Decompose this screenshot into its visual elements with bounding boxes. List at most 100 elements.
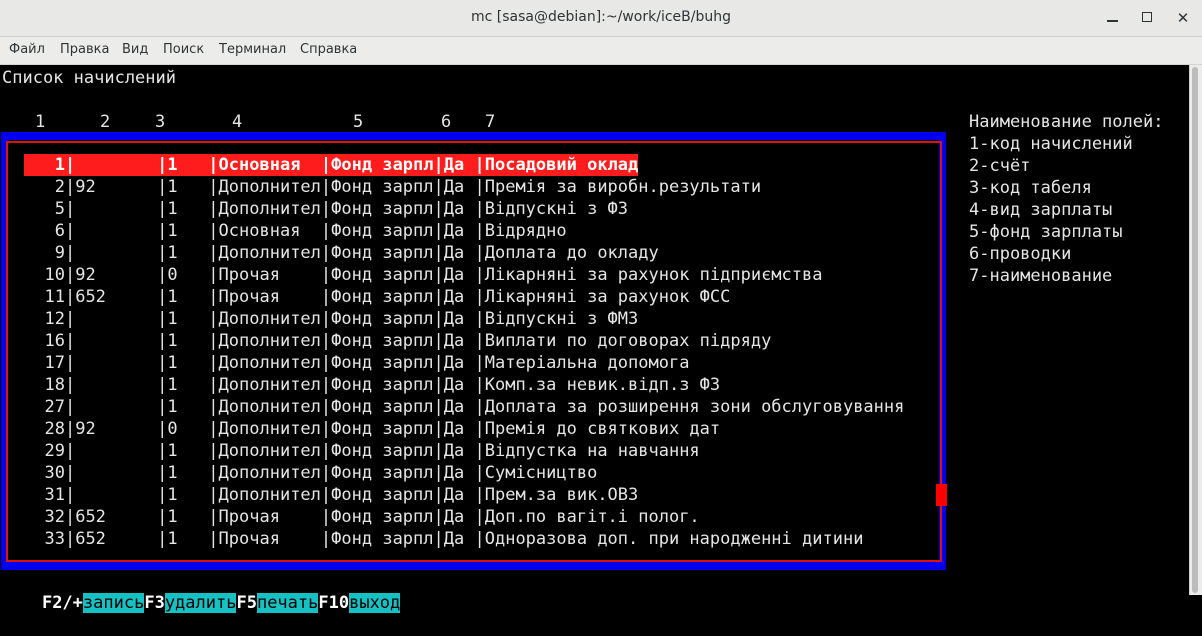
column-separator: |: [320, 199, 332, 219]
fields-legend-item: 3-код табеля: [969, 178, 1092, 198]
row-name: Відпускні з ФЗ: [484, 199, 629, 219]
table-row[interactable]: 28|92 |0 |Дополнител|Фонд зарпл|Да |Прем…: [24, 418, 904, 440]
row-name: Виплати по договорах підряду: [484, 331, 772, 351]
row-kind: Дополнител: [218, 463, 321, 483]
table-row[interactable]: 27| |1 |Дополнител|Фонд зарпл|Да |Доплат…: [24, 396, 904, 418]
key-f3[interactable]: F3: [144, 593, 165, 613]
terminal-scrollbar-thumb[interactable]: [1192, 67, 1198, 593]
row-name: Прем.за вик.ОВЗ: [484, 485, 639, 505]
row-kind: Основная: [218, 221, 321, 241]
table-row[interactable]: 16| |1 |Дополнител|Фонд зарпл|Да |Виплат…: [24, 330, 904, 352]
row-post: Да: [443, 375, 475, 395]
close-icon[interactable]: ✕: [1173, 8, 1193, 28]
table-row[interactable]: 32|652 |1 |Прочая |Фонд зарпл|Да |Доп.по…: [24, 506, 904, 528]
column-separator: |: [474, 529, 485, 549]
table-row[interactable]: 9| |1 |Дополнител|Фонд зарпл|Да |Доплата…: [24, 242, 904, 264]
column-separator: |: [157, 309, 168, 329]
row-code: 31: [24, 485, 65, 505]
column-separator: |: [320, 331, 332, 351]
row-post: Да: [443, 221, 475, 241]
row-account: 652: [75, 507, 158, 527]
terminal-screen[interactable]: Список начислений 1 2 3 4 5 6 7 Наименов…: [0, 65, 1189, 613]
row-fund: Фонд зарпл: [331, 265, 434, 285]
row-account: [75, 463, 157, 483]
table-row[interactable]: 30| |1 |Дополнител|Фонд зарпл|Да |Сумісн…: [24, 462, 904, 484]
row-account: [75, 441, 157, 461]
row-name: Матеріальна допомога: [484, 353, 690, 373]
table-row[interactable]: 18| |1 |Дополнител|Фонд зарпл|Да |Комп.з…: [24, 374, 904, 396]
key-f5-label[interactable]: печать: [256, 593, 319, 613]
fields-legend-item: 2-счёт: [969, 156, 1031, 176]
table-row[interactable]: 10|92 |0 |Прочая |Фонд зарпл|Да |Лікарня…: [24, 264, 904, 286]
menu-view[interactable]: Вид: [122, 42, 148, 57]
column-separator: |: [157, 199, 168, 219]
menu-edit[interactable]: Правка: [60, 42, 109, 57]
column-separator: |: [433, 331, 444, 351]
row-tab: 1: [167, 221, 209, 241]
column-separator: |: [433, 199, 444, 219]
key-f10-label[interactable]: выход: [349, 593, 401, 613]
column-separator: |: [320, 221, 332, 241]
column-separator: |: [64, 375, 76, 395]
row-code: 17: [24, 353, 65, 373]
column-separator: |: [320, 265, 332, 285]
table-row[interactable]: 33|652 |1 |Прочая |Фонд зарпл|Да |Однора…: [24, 528, 904, 550]
table-row[interactable]: 11|652 |1 |Прочая |Фонд зарпл|Да |Лікарн…: [24, 286, 904, 308]
column-number-4: 4: [232, 112, 243, 132]
table-row[interactable]: 2|92 |1 |Дополнител|Фонд зарпл|Да |Премі…: [24, 176, 904, 198]
column-separator: |: [474, 419, 485, 439]
row-kind: Дополнител: [218, 331, 321, 351]
key-f5[interactable]: F5: [236, 593, 257, 613]
column-separator: |: [474, 265, 485, 285]
column-separator: |: [320, 463, 332, 483]
table-row[interactable]: 1| |1 |Основная |Фонд зарпл|Да |Посадови…: [24, 154, 639, 176]
table-row[interactable]: 31| |1 |Дополнител|Фонд зарпл|Да |Прем.з…: [24, 484, 904, 506]
menu-search[interactable]: Поиск: [163, 42, 204, 57]
row-tab: 0: [167, 265, 209, 285]
menu-help[interactable]: Справка: [300, 42, 357, 57]
column-separator: |: [208, 397, 219, 417]
column-separator: |: [433, 419, 444, 439]
table-row[interactable]: 12| |1 |Дополнител|Фонд зарпл|Да |Відпус…: [24, 308, 904, 330]
row-name: Лікарняні за рахунок ФСС: [484, 287, 731, 307]
menu-file[interactable]: Файл: [9, 42, 45, 57]
terminal-scrollbar[interactable]: [1189, 65, 1202, 595]
row-fund: Фонд зарпл: [331, 529, 434, 549]
column-separator: |: [320, 397, 332, 417]
row-kind: Дополнител: [218, 243, 321, 263]
row-kind: Дополнител: [218, 441, 321, 461]
column-separator: |: [474, 507, 485, 527]
function-key-bar: F2/+записьF3удалитьF5печатьF10выход: [1, 570, 401, 613]
table-row[interactable]: 6| |1 |Основная |Фонд зарпл|Да |Відрядно: [24, 220, 904, 242]
column-separator: |: [208, 177, 219, 197]
column-separator: |: [208, 155, 219, 175]
accruals-list[interactable]: 1| |1 |Основная |Фонд зарпл|Да |Посадови…: [24, 154, 904, 550]
table-row[interactable]: 17| |1 |Дополнител|Фонд зарпл|Да |Матері…: [24, 352, 904, 374]
column-separator: |: [433, 243, 444, 263]
column-number-3: 3: [155, 112, 166, 132]
column-separator: |: [64, 221, 76, 241]
key-f10[interactable]: F10: [318, 593, 350, 613]
column-separator: |: [320, 441, 332, 461]
table-row[interactable]: 29| |1 |Дополнител|Фонд зарпл|Да |Відпус…: [24, 440, 904, 462]
row-post: Да: [443, 331, 475, 351]
table-row[interactable]: 5| |1 |Дополнител|Фонд зарпл|Да |Відпуск…: [24, 198, 904, 220]
key-f3-label[interactable]: удалить: [164, 593, 237, 613]
row-code: 32: [24, 507, 65, 527]
column-separator: |: [64, 331, 76, 351]
maximize-glyph: [1142, 12, 1152, 22]
column-separator: |: [208, 265, 219, 285]
row-code: 12: [24, 309, 65, 329]
column-separator: |: [474, 353, 485, 373]
row-account: [75, 353, 157, 373]
minimize-icon[interactable]: [1103, 8, 1123, 28]
row-fund: Фонд зарпл: [331, 419, 434, 439]
list-scroll-indicator[interactable]: [936, 484, 947, 506]
maximize-icon[interactable]: [1138, 8, 1158, 28]
row-code: 18: [24, 375, 65, 395]
key-f2-label[interactable]: запись: [82, 593, 145, 613]
column-separator: |: [157, 463, 168, 483]
key-f2[interactable]: F2/+: [41, 593, 83, 613]
menu-terminal[interactable]: Терминал: [219, 42, 286, 57]
row-code: 29: [24, 441, 65, 461]
